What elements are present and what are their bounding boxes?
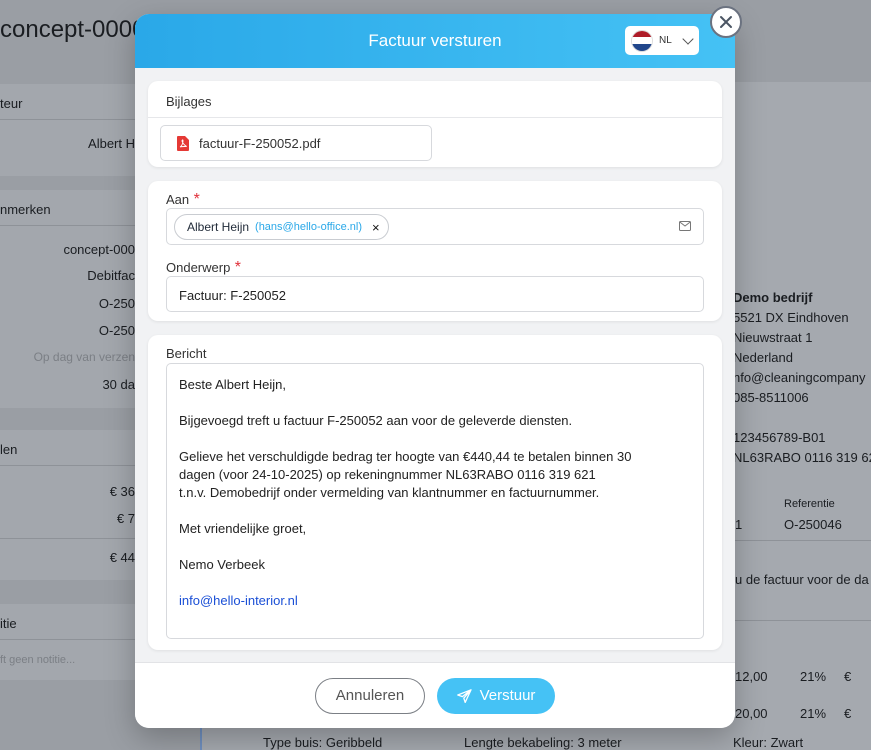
to-label: Aan *: [166, 191, 200, 209]
sender-email-link[interactable]: info@hello-interior.nl: [179, 593, 298, 608]
recipient-name: Albert Heijn: [187, 220, 250, 234]
send-button-label: Verstuur: [479, 687, 536, 704]
bg-line: € 44: [109, 550, 135, 565]
spec-line: Lengte bekabeling: 3 meter: [464, 735, 622, 750]
netherlands-flag-icon: [631, 29, 653, 52]
chevron-down-icon: [682, 32, 694, 45]
message-label-text: Bericht: [166, 346, 207, 361]
row-vat: 21%: [800, 706, 827, 721]
row-vat: 21%: [800, 669, 827, 684]
company-line: NL63RABO 0116 319 621: [733, 450, 871, 465]
bg-divider: [735, 620, 871, 621]
bg-line: € 36: [109, 484, 135, 499]
subject-input[interactable]: Factuur: F-250052: [166, 276, 704, 312]
modal-footer: Annuleren Verstuur: [135, 662, 735, 728]
body-snippet: u de factuur voor de da: [735, 572, 869, 587]
bg-line: Op dag van verzen: [33, 350, 135, 364]
recipient-chip[interactable]: Albert Heijn (hans@hello-office.nl) ×: [174, 214, 389, 240]
close-modal-button[interactable]: [710, 6, 742, 38]
row-cur: €: [844, 669, 852, 684]
subject-label: Onderwerp *: [166, 259, 241, 277]
company-line: 085-8511006: [733, 390, 809, 405]
send-invoice-modal: Factuur versturen NL Bijlages factuur-F-…: [135, 14, 735, 728]
message-panel: Bericht Beste Albert Heijn, Bijgevoegd t…: [148, 335, 722, 650]
bg-card-debtor: teur: [0, 84, 140, 176]
bg-card-header: len: [0, 430, 140, 466]
required-mark: *: [193, 191, 200, 208]
bg-line: Albert H: [88, 136, 135, 151]
pdf-icon: [177, 135, 189, 151]
required-mark: *: [234, 259, 241, 276]
recipient-panel: Aan * Albert Heijn (hans@hello-office.nl…: [148, 181, 722, 321]
subject-label-text: Onderwerp: [166, 260, 231, 275]
message-sender: Nemo Verbeek: [179, 557, 265, 572]
to-label-text: Aan: [166, 192, 190, 207]
bg-line: ft geen notitie...: [0, 654, 76, 666]
bg-line: concept-000: [63, 242, 135, 257]
spec-line: Type buis: Geribbeld: [263, 735, 383, 750]
row-qty: 20,00: [735, 706, 768, 721]
attachment-file[interactable]: factuur-F-250052.pdf: [160, 125, 432, 161]
bg-card-header: itie: [0, 604, 140, 640]
message-editor[interactable]: Beste Albert Heijn, Bijgevoegd treft u f…: [166, 363, 704, 639]
language-select[interactable]: NL: [625, 26, 699, 55]
recipient-email: (hans@hello-office.nl): [255, 221, 362, 233]
message-greeting: Beste Albert Heijn,: [179, 377, 286, 392]
company-name: Demo bedrijf: [733, 290, 813, 305]
message-closing: Met vriendelijke groet,: [179, 521, 307, 536]
flag-stripe-white: [632, 37, 652, 44]
remove-recipient-button[interactable]: ×: [372, 220, 380, 235]
attachments-header: Bijlages: [148, 81, 722, 118]
modal-header: Factuur versturen NL: [135, 14, 735, 68]
row-cur: €: [844, 706, 852, 721]
message-paragraph: Gelieve het verschuldigde bedrag ter hoo…: [179, 449, 632, 500]
company-line: nfo@cleaningcompany: [733, 370, 866, 385]
spec-line: Kleur: Zwart: [733, 735, 804, 750]
bg-line: Debitfac: [87, 268, 135, 283]
attachments-panel: Bijlages factuur-F-250052.pdf: [148, 81, 722, 167]
bg-line: 30 da: [102, 377, 135, 392]
bg-line: O-250: [98, 296, 135, 311]
language-code: NL: [659, 35, 672, 46]
flag-stripe-blue: [632, 43, 652, 51]
attachment-filename: factuur-F-250052.pdf: [199, 135, 321, 151]
company-line: Nieuwstraat 1: [733, 330, 813, 345]
bg-divider: [735, 540, 871, 541]
recipient-field[interactable]: Albert Heijn (hans@hello-office.nl) ×: [166, 208, 704, 245]
close-icon: [720, 16, 732, 28]
ref-left: 1: [735, 517, 743, 532]
message-label: Bericht: [166, 345, 206, 363]
company-line: Nederland: [733, 350, 793, 365]
bg-card-note: itie: [0, 604, 140, 680]
bg-divider: [0, 538, 140, 539]
send-button[interactable]: Verstuur: [437, 677, 555, 714]
message-paragraph: Bijgevoegd treft u factuur F-250052 aan …: [179, 413, 573, 428]
flag-stripe-red: [632, 30, 652, 38]
page-title: concept-0000: [0, 16, 146, 43]
envelope-icon[interactable]: [679, 221, 691, 231]
row-qty: 12,00: [735, 669, 768, 684]
bg-card-header: nmerken: [0, 190, 140, 226]
bg-line: € 7: [116, 511, 135, 526]
paper-plane-icon: [456, 688, 472, 703]
company-line: 5521 DX Eindhoven: [733, 310, 849, 325]
subject-value: Factuur: F-250052: [179, 288, 286, 303]
company-line: 123456789-B01: [733, 430, 826, 445]
modal-title: Factuur versturen: [368, 31, 502, 50]
ref-label: Referentie: [784, 498, 835, 510]
bg-line: O-250: [98, 323, 135, 338]
bg-card-header: teur: [0, 84, 140, 120]
attachments-label: Bijlages: [166, 94, 212, 109]
cancel-button[interactable]: Annuleren: [315, 677, 425, 714]
ref-value: O-250046: [784, 517, 842, 532]
